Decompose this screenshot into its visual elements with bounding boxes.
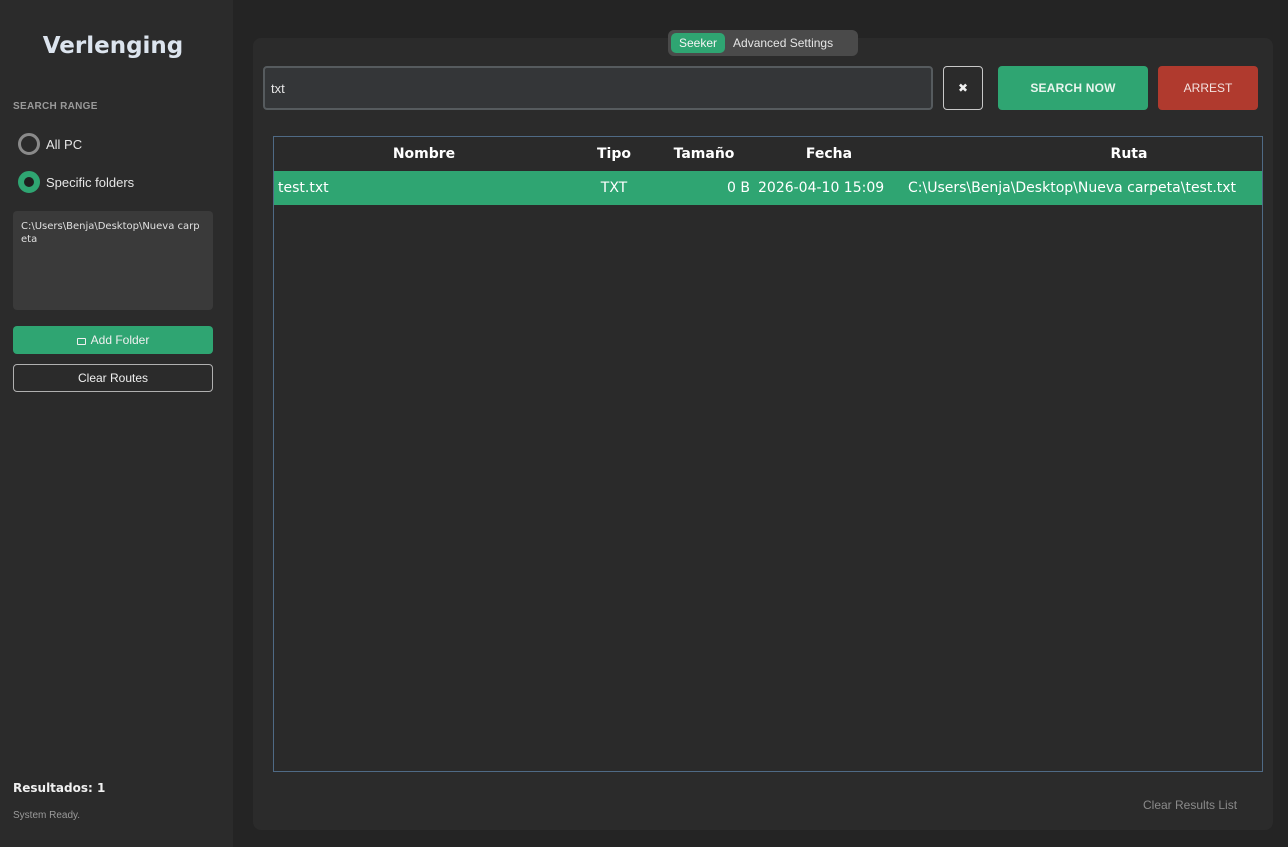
tab-seeker[interactable]: Seeker (671, 33, 726, 53)
arrest-button[interactable]: ARREST (1158, 66, 1258, 110)
column-header-tamano[interactable]: Tamaño (654, 137, 754, 171)
cell-type: TXT (600, 180, 628, 196)
table-header: Nombre Tipo Tamaño Fecha Ruta (274, 137, 1262, 171)
app-window: Verlenging SEARCH RANGE All PC Specific … (0, 0, 1288, 847)
folder-list-textbox[interactable]: C:\Users\Benja\Desktop\Nueva carpeta (13, 211, 213, 310)
column-header-fecha[interactable]: Fecha (754, 137, 904, 171)
clear-routes-button[interactable]: Clear Routes (13, 364, 213, 392)
add-folder-button[interactable]: Add Folder (13, 326, 213, 354)
cell-date: 2026-04-10 15:09 (758, 180, 885, 196)
tab-advanced-settings[interactable]: Advanced Settings (725, 33, 841, 53)
tab-bar: Seeker Advanced Settings (668, 30, 858, 56)
clear-search-button[interactable]: ✖ (943, 66, 983, 110)
search-input[interactable] (263, 66, 933, 110)
radio-label-all-pc: All PC (46, 136, 83, 152)
cell-name: test.txt (278, 180, 329, 196)
close-icon: ✖ (957, 81, 969, 95)
radio-label-specific-folders: Specific folders (46, 174, 135, 190)
column-header-tipo[interactable]: Tipo (574, 137, 654, 171)
clear-results-link[interactable]: Clear Results List (1143, 798, 1237, 812)
radio-specific-folders[interactable]: Specific folders (18, 171, 134, 193)
results-table[interactable]: Nombre Tipo Tamaño Fecha Ruta test.txt T… (273, 136, 1263, 772)
app-title: Verlenging (42, 33, 184, 59)
search-range-label: SEARCH RANGE (13, 101, 98, 112)
cell-path: C:\Users\Benja\Desktop\Nueva carpeta\tes… (908, 180, 1237, 196)
search-now-button[interactable]: SEARCH NOW (998, 66, 1148, 110)
radio-circle-checked[interactable] (18, 171, 40, 193)
sidebar: Verlenging SEARCH RANGE All PC Specific … (0, 0, 233, 847)
radio-circle-unchecked[interactable] (18, 133, 40, 155)
cell-size: 0 B (727, 180, 750, 196)
status-text: System Ready. (13, 810, 81, 821)
column-header-nombre[interactable]: Nombre (274, 137, 574, 171)
column-header-ruta[interactable]: Ruta (904, 137, 1288, 171)
folder-icon (76, 337, 86, 345)
add-folder-label: Add Folder (90, 333, 150, 347)
table-row[interactable]: test.txt TXT 0 B 2026-04-10 15:09 C:\Use… (274, 171, 1262, 205)
radio-all-pc[interactable]: All PC (18, 133, 82, 155)
results-count: Resultados: 1 (13, 781, 106, 795)
